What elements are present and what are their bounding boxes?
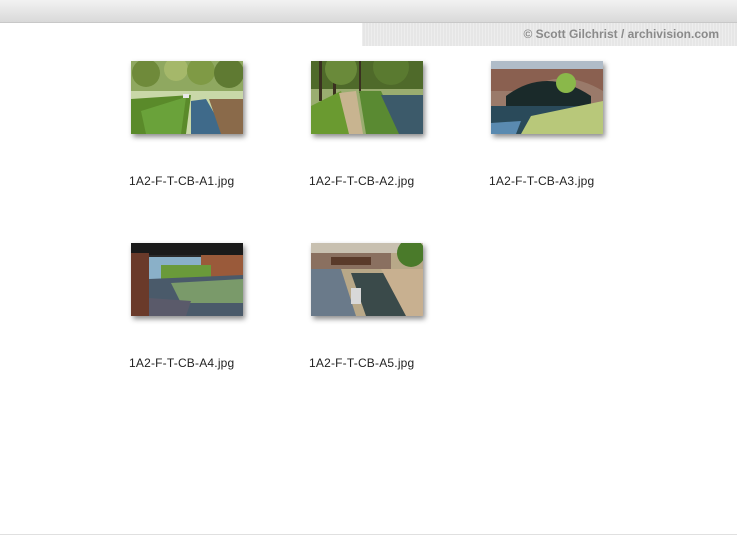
thumbnail-filename-4[interactable]: 1A2-F-T-CB-A4.jpg [129, 356, 234, 370]
canal-path-with-trees-photo-icon [311, 61, 423, 134]
thumbnail-filename-1[interactable]: 1A2-F-T-CB-A1.jpg [129, 174, 234, 188]
thumbnail-image-4[interactable] [131, 243, 243, 316]
bottom-divider [0, 534, 737, 535]
thumbnail-image-5[interactable] [311, 243, 423, 316]
canal-lock-photo-icon [311, 243, 423, 316]
thumbnail-image-3[interactable] [491, 61, 603, 134]
canal-tree-lined-towpath-photo-icon [131, 61, 243, 134]
canal-under-bridge-photo-icon [131, 243, 243, 316]
thumbnail-filename-2[interactable]: 1A2-F-T-CB-A2.jpg [309, 174, 414, 188]
top-bar [0, 0, 737, 23]
thumbnail-filename-5[interactable]: 1A2-F-T-CB-A5.jpg [309, 356, 414, 370]
thumbnail-image-2[interactable] [311, 61, 423, 134]
canal-stone-bridge-photo-icon [491, 61, 603, 134]
copyright-credit: © Scott Gilchrist / archivision.com [523, 27, 719, 41]
credit-bar: © Scott Gilchrist / archivision.com [362, 23, 737, 46]
thumbnail-image-1[interactable] [131, 61, 243, 134]
thumbnail-filename-3[interactable]: 1A2-F-T-CB-A3.jpg [489, 174, 594, 188]
